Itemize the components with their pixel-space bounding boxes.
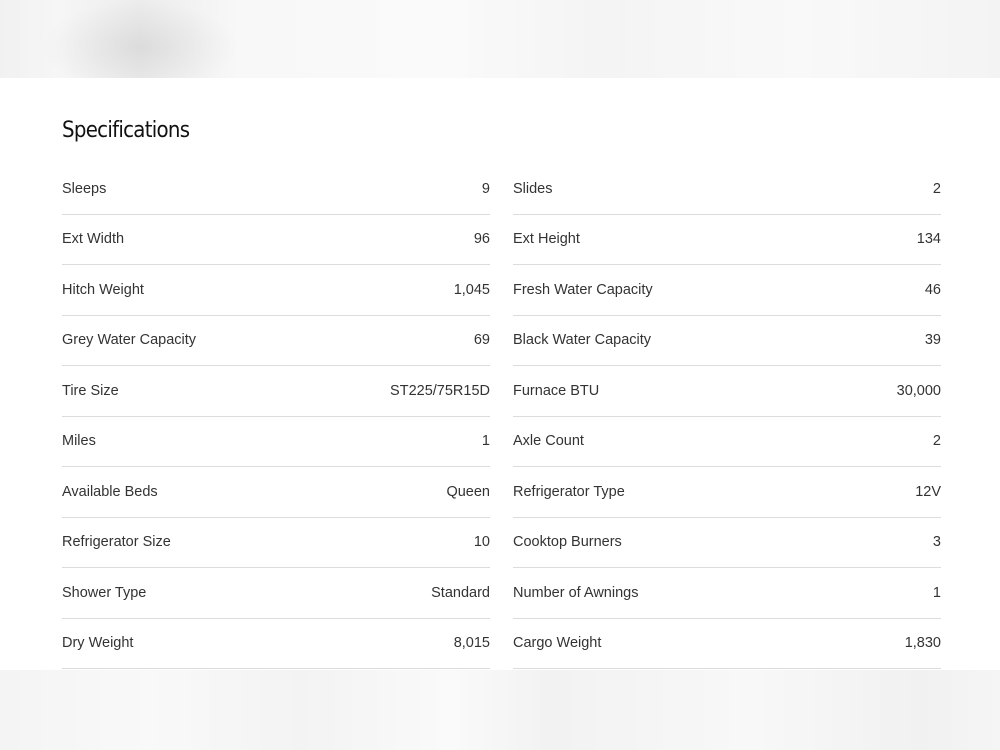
spec-value: 1 [932,584,941,601]
spec-row-refrigerator-size: Refrigerator Size 10 [62,518,490,568]
spec-label: Ext Height [513,231,580,248]
spec-label: Dry Weight [62,635,134,652]
spec-value: 12V [915,483,941,500]
spec-row-ext-height: Ext Height 134 [513,215,941,265]
spec-row-slides: Slides 2 [513,164,941,215]
spec-label: Refrigerator Size [62,534,171,551]
spec-row-grey-water-capacity: Grey Water Capacity 69 [62,316,490,366]
spec-value: 3 [932,534,941,551]
spec-row-black-water-capacity: Black Water Capacity 39 [513,316,941,366]
spec-row-shower-type: Shower Type Standard [62,568,490,619]
bottom-banner [0,670,1000,750]
spec-label: Fresh Water Capacity [513,281,653,298]
spec-value: 30,000 [896,382,941,399]
spec-value: 10 [473,534,490,551]
spec-value: 9 [481,180,490,197]
spec-label: Sleeps [62,180,107,197]
spec-value: 69 [473,332,490,349]
spec-value: 8,015 [453,635,490,652]
spec-value: Queen [446,483,490,500]
spec-value: 1 [481,433,490,450]
spec-value: 96 [473,231,490,248]
spec-label: Cooktop Burners [513,534,622,551]
spec-row-dry-weight: Dry Weight 8,015 [62,619,490,669]
spec-value: ST225/75R15D [390,382,490,399]
spec-value: 2 [932,180,941,197]
spec-row-hitch-weight: Hitch Weight 1,045 [62,265,490,316]
spec-label: Shower Type [62,584,147,601]
spec-value: 39 [924,332,941,349]
specs-right-column: Slides 2 Ext Height 134 Fresh Water Capacity… [513,164,941,669]
spec-row-refrigerator-type: Refrigerator Type 12V [513,467,941,518]
spec-label: Grey Water Capacity [62,332,197,349]
spec-label: Furnace BTU [513,382,600,399]
spec-row-cargo-weight: Cargo Weight 1,830 [513,619,941,669]
spec-value: 46 [924,281,941,298]
spec-row-cooktop-burners: Cooktop Burners 3 [513,518,941,568]
spec-label: Refrigerator Type [513,483,625,500]
spec-value: 2 [932,433,941,450]
spec-row-ext-width: Ext Width 96 [62,215,490,265]
spec-value: Standard [431,584,490,601]
spec-row-axle-count: Axle Count 2 [513,417,941,467]
spec-label: Black Water Capacity [513,332,652,349]
spec-label: Cargo Weight [513,635,602,652]
spec-row-available-beds: Available Beds Queen [62,467,490,518]
page-title: Specifications [62,118,190,143]
spec-label: Miles [62,433,96,450]
spec-row-sleeps: Sleeps 9 [62,164,490,215]
spec-value: 1,045 [453,281,490,298]
spec-label: Hitch Weight [62,281,144,298]
spec-label: Available Beds [62,483,158,500]
spec-row-miles: Miles 1 [62,417,490,467]
specs-left-column: Sleeps 9 Ext Width 96 Hitch Weight 1,045 Grey … [62,164,490,669]
spec-label: Number of Awnings [513,584,639,601]
spec-row-furnace-btu: Furnace BTU 30,000 [513,366,941,417]
spec-label: Axle Count [513,433,584,450]
spec-label: Slides [513,180,553,197]
spec-value: 134 [916,231,941,248]
top-banner [0,0,1000,78]
spec-label: Ext Width [62,231,125,248]
spec-row-number-of-awnings: Number of Awnings 1 [513,568,941,619]
spec-row-fresh-water-capacity: Fresh Water Capacity 46 [513,265,941,316]
spec-row-tire-size: Tire Size ST225/75R15D [62,366,490,417]
spec-label: Tire Size [62,382,119,399]
spec-value: 1,830 [904,635,941,652]
